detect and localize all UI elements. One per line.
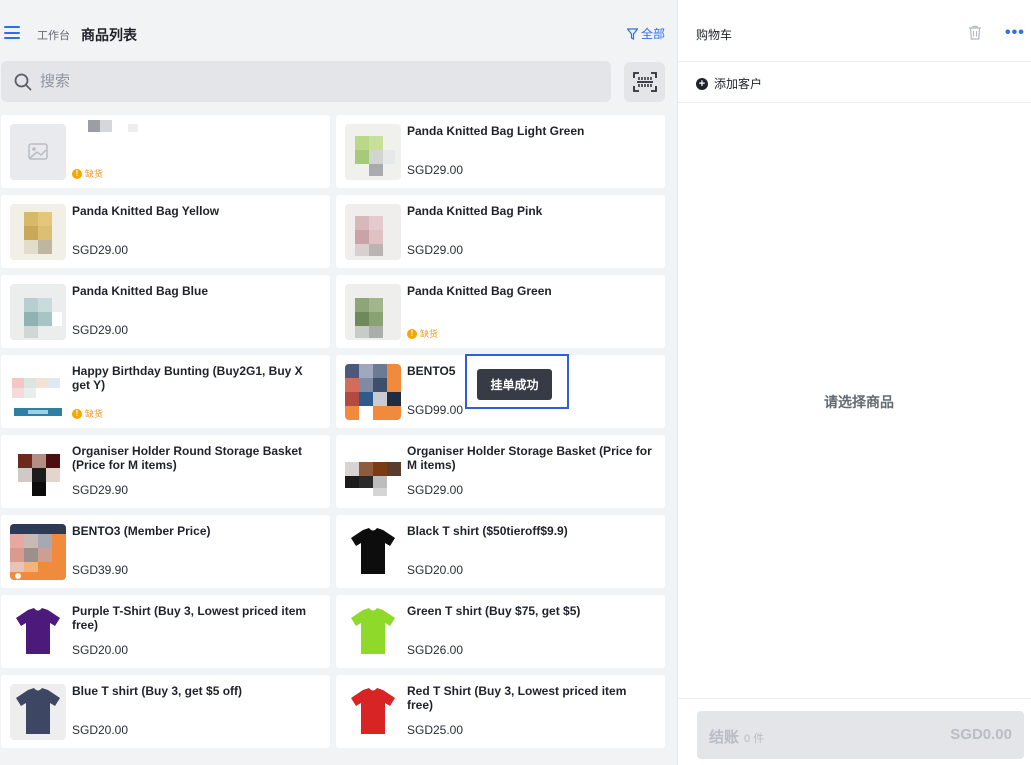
- product-name: Organiser Holder Storage Basket (Price f…: [407, 444, 652, 472]
- page-title: 商品列表: [81, 27, 137, 43]
- filter-label: 全部: [640, 27, 665, 41]
- divider: [678, 61, 1031, 62]
- out-of-stock-badge: ! 缺货: [72, 167, 103, 180]
- scan-button[interactable]: [624, 62, 665, 102]
- product-name: Panda Knitted Bag Blue: [72, 284, 209, 298]
- product-card[interactable]: Organiser Holder Round Storage Basket (P…: [1, 435, 330, 508]
- stock-label: 缺货: [85, 169, 104, 179]
- product-price: SGD29.00: [72, 243, 129, 257]
- menu-icon[interactable]: [4, 26, 20, 39]
- product-card[interactable]: Blue T shirt (Buy 3, get $5 off) SGD20.0…: [1, 675, 330, 748]
- item-count: 0 件: [744, 733, 765, 745]
- product-name: BENTO3 (Member Price): [72, 524, 211, 538]
- product-thumbnail: [345, 364, 401, 420]
- trash-icon[interactable]: [968, 25, 982, 45]
- product-card[interactable]: Panda Knitted Bag Blue SGD29.00: [1, 275, 330, 348]
- product-thumbnail: [10, 444, 66, 500]
- add-customer-label: 添加客户: [714, 77, 763, 91]
- product-name: Red T Shirt (Buy 3, Lowest priced item f…: [407, 684, 627, 712]
- cart-title: 购物车: [696, 28, 733, 42]
- warning-icon: !: [407, 328, 417, 339]
- product-name: Panda Knitted Bag Yellow: [72, 204, 220, 218]
- empty-cart-message: 请选择商品: [824, 394, 894, 410]
- product-price: SGD26.00: [407, 643, 464, 657]
- search-bar[interactable]: [1, 61, 611, 102]
- product-thumbnail: [10, 684, 66, 740]
- product-thumbnail: [10, 604, 66, 660]
- product-grid: ! 缺货 Panda Knitted Bag Light Green SGD29.…: [1, 115, 665, 748]
- add-customer-button[interactable]: + 添加客户: [696, 75, 762, 92]
- checkout-button[interactable]: 结账 0 件 SGD0.00: [697, 711, 1024, 759]
- product-name: Black T shirt ($50tieroff$9.9): [407, 524, 568, 538]
- product-card[interactable]: Black T shirt ($50tieroff$9.9) SGD20.00: [336, 515, 665, 588]
- product-price: SGD99.00: [407, 403, 464, 417]
- product-card[interactable]: Red T Shirt (Buy 3, Lowest priced item f…: [336, 675, 665, 748]
- product-price: SGD29.00: [407, 163, 464, 177]
- product-card[interactable]: Panda Knitted Bag Yellow SGD29.00: [1, 195, 330, 268]
- product-card[interactable]: Panda Knitted Bag Light Green SGD29.00: [336, 115, 665, 188]
- product-thumbnail: [345, 684, 401, 740]
- product-price: SGD20.00: [72, 723, 129, 737]
- cart-total: SGD0.00: [950, 726, 1012, 743]
- stock-label: 缺货: [420, 329, 439, 339]
- product-name: Panda Knitted Bag Light Green: [407, 124, 585, 138]
- product-thumbnail: [10, 364, 66, 420]
- product-panel: 工作台 商品列表 全部 搜索 ! 缺货 Panda Knitted Bag Li…: [0, 0, 677, 765]
- product-thumbnail: [345, 604, 401, 660]
- product-thumbnail: [10, 524, 66, 580]
- breadcrumb[interactable]: 工作台: [37, 27, 70, 43]
- stock-label: 缺货: [85, 409, 104, 419]
- add-circle-icon: +: [696, 77, 708, 90]
- product-price: SGD29.90: [72, 483, 129, 497]
- product-price: SGD20.00: [407, 563, 464, 577]
- search-icon: [14, 73, 32, 90]
- filter-icon: [626, 27, 638, 40]
- product-thumbnail: [345, 124, 401, 180]
- out-of-stock-badge: ! 缺货: [72, 407, 103, 420]
- toast-message: 挂单成功: [477, 369, 552, 400]
- product-price: SGD29.00: [407, 243, 464, 257]
- product-card[interactable]: Green T shirt (Buy $75, get $5) SGD26.00: [336, 595, 665, 668]
- product-card[interactable]: Happy Birthday Bunting (Buy2G1, Buy X ge…: [1, 355, 330, 428]
- divider: [678, 102, 1031, 103]
- product-thumbnail: [10, 204, 66, 260]
- cart-panel: 购物车 ••• + 添加客户 请选择商品 结账 0 件 SGD0.00: [677, 0, 1031, 765]
- product-name: Happy Birthday Bunting (Buy2G1, Buy X ge…: [72, 364, 303, 392]
- top-bar: 工作台 商品列表 全部: [0, 0, 677, 62]
- product-price: SGD29.00: [407, 483, 464, 497]
- product-thumbnail: [345, 524, 401, 580]
- product-name: Panda Knitted Bag Green: [407, 284, 552, 298]
- product-name: Blue T shirt (Buy 3, get $5 off): [72, 684, 243, 698]
- product-name: Panda Knitted Bag Pink: [407, 204, 543, 218]
- product-price: SGD29.00: [72, 323, 129, 337]
- product-price: SGD20.00: [72, 643, 129, 657]
- product-card[interactable]: BENTO3 (Member Price) SGD39.90: [1, 515, 330, 588]
- warning-icon: !: [72, 168, 82, 179]
- search-input[interactable]: [40, 73, 580, 90]
- product-price: SGD39.90: [72, 563, 129, 577]
- product-card[interactable]: Purple T-Shirt (Buy 3, Lowest priced ite…: [1, 595, 330, 668]
- product-thumbnail: [345, 204, 401, 260]
- filter-button[interactable]: 全部: [626, 25, 665, 42]
- out-of-stock-badge: ! 缺货: [407, 327, 438, 340]
- product-thumbnail: [10, 284, 66, 340]
- product-card[interactable]: Panda Knitted Bag Pink SGD29.00: [336, 195, 665, 268]
- product-card[interactable]: Panda Knitted Bag Green ! 缺货: [336, 275, 665, 348]
- scan-icon: [632, 72, 657, 92]
- product-name: Purple T-Shirt (Buy 3, Lowest priced ite…: [72, 604, 307, 632]
- product-price: SGD25.00: [407, 723, 464, 737]
- product-name: Green T shirt (Buy $75, get $5): [407, 604, 581, 618]
- placeholder-image-icon: [10, 124, 66, 180]
- product-thumbnail: [345, 284, 401, 340]
- checkout-label: 结账: [709, 729, 740, 746]
- divider: [678, 698, 1031, 699]
- product-card[interactable]: ! 缺货: [1, 115, 330, 188]
- more-icon[interactable]: •••: [1005, 24, 1025, 42]
- product-thumbnail: [345, 444, 401, 500]
- product-name: Organiser Holder Round Storage Basket (P…: [72, 444, 303, 472]
- product-card[interactable]: Organiser Holder Storage Basket (Price f…: [336, 435, 665, 508]
- warning-icon: !: [72, 408, 82, 419]
